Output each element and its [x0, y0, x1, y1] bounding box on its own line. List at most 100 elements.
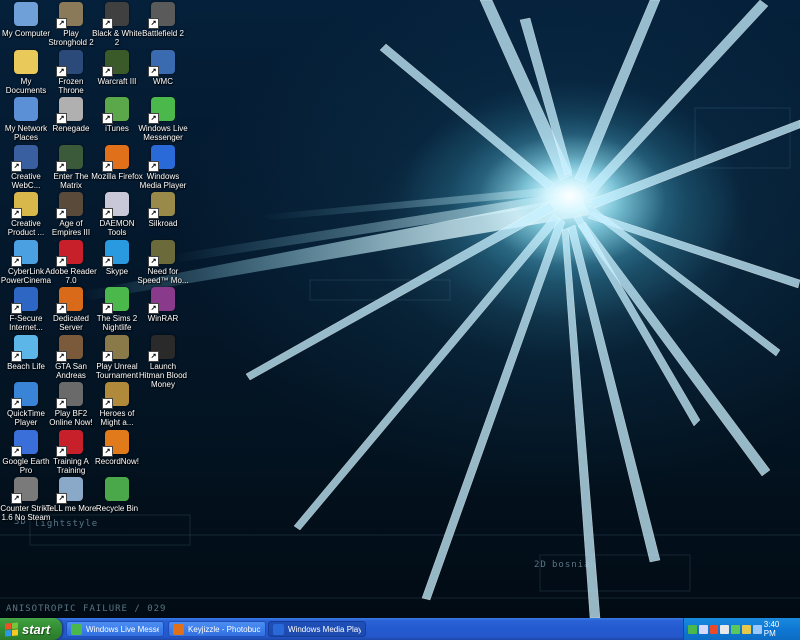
desktop-icon-label: Windows Media Player — [139, 171, 187, 190]
windows-logo-icon — [5, 621, 18, 637]
security-tray-icon[interactable] — [709, 624, 719, 634]
desktop-icon-label: Black & White 2 — [92, 29, 142, 47]
shortcut-arrow-icon: ↗ — [102, 350, 113, 362]
desktop-icon[interactable]: ↗ WinRAR — [137, 287, 189, 323]
desktop-icon-label: Mozilla Firefox — [91, 171, 143, 181]
computer-icon — [14, 2, 38, 26]
update-tray-icon[interactable] — [742, 624, 751, 634]
desktop-icon[interactable]: ↗ GTA San Andreas — [45, 334, 97, 380]
desktop-icon-label: Adobe Reader 7.0 — [45, 266, 97, 285]
desktop-icon[interactable]: ↗ Adobe Reader 7.0 — [45, 239, 97, 285]
system-tray: 3:40 PM — [683, 618, 800, 640]
bf2-icon: ↗ — [56, 382, 83, 409]
desktop-icon-label: Dedicated Server — [52, 314, 90, 332]
shortcut-arrow-icon: ↗ — [56, 160, 67, 172]
messenger-icon — [71, 623, 82, 635]
messenger-icon: ↗ — [148, 97, 175, 124]
taskbar-button[interactable]: Windows Live Messen... — [66, 621, 164, 637]
messenger-tray-icon[interactable] — [688, 624, 697, 634]
desktop-icon[interactable]: ↗ Skype — [91, 239, 143, 276]
desktop-icon-label: Recycle Bin — [95, 504, 139, 513]
desktop-icon[interactable]: ↗ DAEMON Tools — [91, 192, 143, 237]
desktop-icon-label: WMC — [153, 76, 173, 86]
desktop-icon[interactable]: ↗ Need for Speed™ Mo... — [137, 239, 189, 285]
desktop-icon[interactable]: ↗ Launch Hitman Blood Money — [137, 334, 189, 389]
cd-icon: ↗ — [102, 429, 129, 457]
desktop-icon[interactable]: ↗ Play BF2 Online Now! — [45, 382, 97, 427]
frozenthrone-icon: ↗ — [56, 49, 83, 77]
desktop-icon-label: Need for Speed™ Mo... — [137, 266, 189, 285]
desktop-icon-label: Training A Training — [53, 456, 89, 475]
network-tray-icon[interactable] — [698, 624, 708, 634]
start-button[interactable]: start — [0, 618, 62, 640]
beach-icon: ↗ — [11, 334, 38, 362]
taskbar-button[interactable]: Windows Media Player — [268, 621, 366, 637]
desktop-icon[interactable]: ↗ TeLL me More — [45, 477, 97, 513]
desktop-icon[interactable]: ↗ Play Stronghold 2 — [45, 2, 97, 47]
display-tray-icon[interactable] — [752, 624, 762, 634]
desktop-icon[interactable]: ↗ WMC — [137, 49, 189, 86]
cyberlink-icon: ↗ — [11, 239, 38, 267]
taskbar-button-label: Windows Live Messen... — [86, 624, 159, 634]
desktop-icon[interactable]: ↗ iTunes — [91, 97, 143, 133]
shortcut-arrow-icon: ↗ — [148, 160, 159, 172]
desktop-icon[interactable]: ↗ Age of Empires III — [45, 192, 97, 237]
gta-icon: ↗ — [56, 334, 83, 362]
desktop-icon[interactable]: ↗ Silkroad — [137, 192, 189, 228]
desktop-icon[interactable]: ↗ Renegade — [45, 97, 97, 133]
desktop-icon[interactable]: ↗ The Sims 2 Nightlife — [91, 287, 143, 332]
recycle-bin-icon — [105, 477, 129, 501]
desktop-icon-label: Play Stronghold 2 — [48, 29, 94, 47]
wmc-icon: ↗ — [148, 49, 175, 77]
desktop-icon-label: Play BF2 Online Now! — [49, 409, 93, 427]
taskbar-button[interactable]: Keyjizzle - Photobuck... — [168, 621, 266, 637]
desktop-icon[interactable]: Recycle Bin — [91, 477, 143, 513]
sync-tray-icon[interactable] — [731, 624, 741, 634]
shortcut-arrow-icon: ↗ — [148, 208, 159, 219]
desktop[interactable]: ANISOTROPIC FAILURE / 029 lightstyle bos… — [0, 0, 800, 618]
desktop-icon[interactable]: ↗ Warcraft III — [91, 49, 143, 86]
shortcut-arrow-icon: ↗ — [56, 255, 67, 267]
desktop-icon[interactable]: ↗ Frozen Throne — [45, 49, 97, 95]
shortcut-arrow-icon: ↗ — [148, 113, 159, 124]
shortcut-arrow-icon: ↗ — [56, 208, 67, 219]
shortcut-arrow-icon: ↗ — [102, 18, 113, 29]
shortcut-arrow-icon: ↗ — [102, 65, 113, 77]
halflife-icon: ↗ — [56, 287, 83, 314]
desktop-icon[interactable]: ↗ Play Unreal Tournament — [91, 334, 143, 380]
desktop-icon[interactable]: ↗ Windows Live Messenger — [137, 97, 189, 142]
warcraft-icon: ↗ — [102, 49, 129, 77]
shortcut-arrow-icon: ↗ — [11, 255, 22, 267]
desktop-icon-label: DAEMON Tools — [99, 219, 135, 237]
desktop-icon[interactable]: ↗ RecordNow! — [91, 429, 143, 466]
stronghold-icon: ↗ — [56, 2, 83, 29]
desktop-icon-label: Warcraft III — [97, 76, 137, 86]
adobe-reader-icon: ↗ — [56, 239, 83, 267]
desktop-icon[interactable]: ↗ Heroes of Might a... — [91, 382, 143, 427]
shortcut-arrow-icon: ↗ — [102, 113, 113, 124]
desktop-icon-label: Windows Live Messenger — [138, 124, 188, 142]
desktop-icon[interactable]: ↗ Enter The Matrix — [45, 144, 97, 190]
desktop-icon-label: Battlefield 2 — [142, 29, 184, 38]
unreal-icon: ↗ — [102, 334, 129, 362]
heroes-icon: ↗ — [102, 382, 129, 409]
desktop-icon[interactable]: ↗ Black & White 2 — [91, 2, 143, 47]
hitman-icon: ↗ — [148, 334, 175, 362]
shortcut-arrow-icon: ↗ — [11, 160, 22, 172]
desktop-icon[interactable]: ↗ Windows Media Player — [137, 144, 189, 190]
desktop-icon-label: The Sims 2 Nightlife — [96, 314, 138, 332]
desktop-icon[interactable]: ↗ Training A Training — [45, 429, 97, 475]
shortcut-arrow-icon: ↗ — [102, 398, 113, 409]
sims-icon: ↗ — [102, 287, 129, 314]
clock[interactable]: 3:40 PM — [764, 620, 793, 638]
desktop-icon[interactable]: ↗ Dedicated Server — [45, 287, 97, 332]
desktop-icon[interactable]: ↗ Battlefield 2 — [137, 2, 189, 38]
desktop-icon[interactable]: ↗ Mozilla Firefox — [91, 144, 143, 181]
skype-icon: ↗ — [102, 239, 129, 267]
volume-tray-icon[interactable] — [720, 624, 730, 634]
itunes-icon: ↗ — [102, 97, 129, 124]
desktop-icon-label: iTunes — [105, 124, 129, 133]
shortcut-arrow-icon: ↗ — [56, 18, 67, 29]
shortcut-arrow-icon: ↗ — [11, 303, 22, 314]
daemon-icon: ↗ — [102, 192, 129, 219]
